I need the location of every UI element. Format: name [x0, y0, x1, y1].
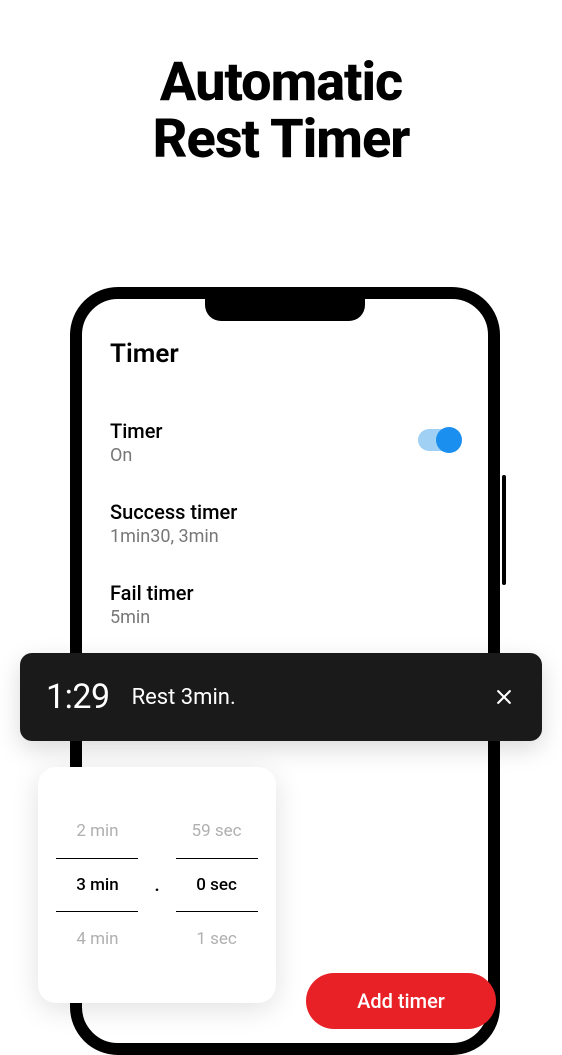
rest-toast: 1:29 Rest 3min.	[20, 653, 542, 741]
seconds-prev[interactable]: 59 sec	[192, 804, 242, 858]
picker-columns: 2 min 3 min 4 min . 59 sec 0 sec 1 sec	[56, 804, 257, 966]
time-picker[interactable]: 2 min 3 min 4 min . 59 sec 0 sec 1 sec	[38, 767, 276, 1003]
setting-row-timer[interactable]: Timer On	[110, 419, 460, 466]
phone-side-button	[502, 475, 506, 585]
setting-value-success: 1min30, 3min	[110, 526, 237, 547]
toggle-knob	[436, 427, 462, 453]
setting-row-success[interactable]: Success timer 1min30, 3min	[110, 500, 460, 547]
picker-separator: .	[152, 875, 161, 896]
minutes-next[interactable]: 4 min	[76, 912, 118, 966]
toast-message: Rest 3min.	[132, 685, 492, 710]
screen-title: Timer	[110, 339, 460, 369]
seconds-selected[interactable]: 0 sec	[176, 858, 258, 912]
setting-row-fail[interactable]: Fail timer 5min	[110, 581, 460, 628]
page-title-line1: Automatic	[160, 51, 402, 114]
setting-label-timer: Timer	[110, 419, 163, 443]
minutes-prev[interactable]: 2 min	[76, 804, 118, 858]
toast-time: 1:29	[46, 677, 110, 717]
setting-value-fail: 5min	[110, 607, 194, 628]
minutes-selected[interactable]: 3 min	[56, 858, 138, 912]
add-timer-button[interactable]: Add timer	[306, 973, 496, 1029]
phone-content: Timer Timer On Success timer 1min30, 3mi…	[82, 299, 488, 628]
page-title: Automatic Rest Timer	[0, 55, 562, 168]
minutes-column[interactable]: 2 min 3 min 4 min	[56, 804, 138, 966]
close-icon	[494, 687, 514, 707]
setting-value-timer: On	[110, 445, 163, 466]
page-title-line2: Rest Timer	[153, 108, 410, 171]
add-timer-label: Add timer	[357, 989, 445, 1013]
timer-toggle[interactable]	[418, 429, 460, 451]
close-button[interactable]	[492, 685, 516, 709]
setting-label-fail: Fail timer	[110, 581, 194, 605]
phone-notch	[205, 299, 365, 321]
seconds-next[interactable]: 1 sec	[196, 912, 236, 966]
setting-label-success: Success timer	[110, 500, 237, 524]
seconds-column[interactable]: 59 sec 0 sec 1 sec	[176, 804, 258, 966]
